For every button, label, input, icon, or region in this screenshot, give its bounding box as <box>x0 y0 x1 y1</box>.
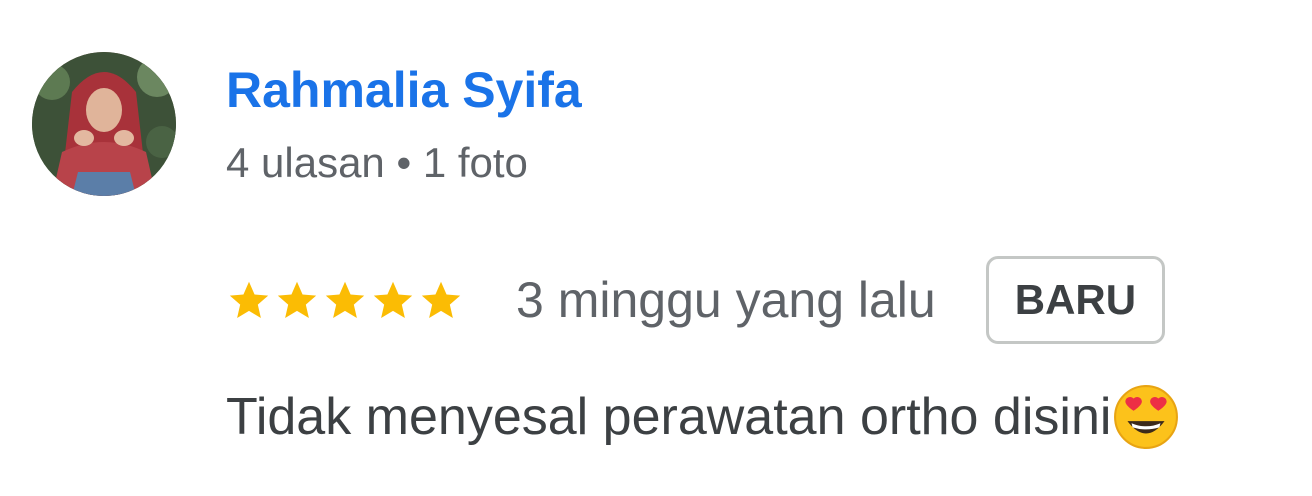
review-text-container: Tidak menyesal perawatan ortho disini <box>226 384 1179 450</box>
rating-row: 3 minggu yang lalu BARU <box>226 254 1166 346</box>
avatar[interactable] <box>32 52 176 196</box>
star-icon <box>229 281 269 319</box>
star-icon <box>373 281 413 319</box>
new-badge: BARU <box>985 256 1166 344</box>
star-icon <box>325 281 365 319</box>
smiling-face-with-heart-eyes-icon <box>1114 385 1179 449</box>
review-text: Tidak menyesal perawatan ortho disini <box>226 388 1112 446</box>
star-rating <box>226 277 464 323</box>
review-time: 3 minggu yang lalu <box>516 272 936 328</box>
star-icon <box>421 281 461 319</box>
author-meta: 4 ulasan • 1 foto <box>226 139 528 186</box>
avatar-photo <box>32 52 176 196</box>
author-name[interactable]: Rahmalia Syifa <box>226 60 582 120</box>
star-icon <box>277 281 317 319</box>
